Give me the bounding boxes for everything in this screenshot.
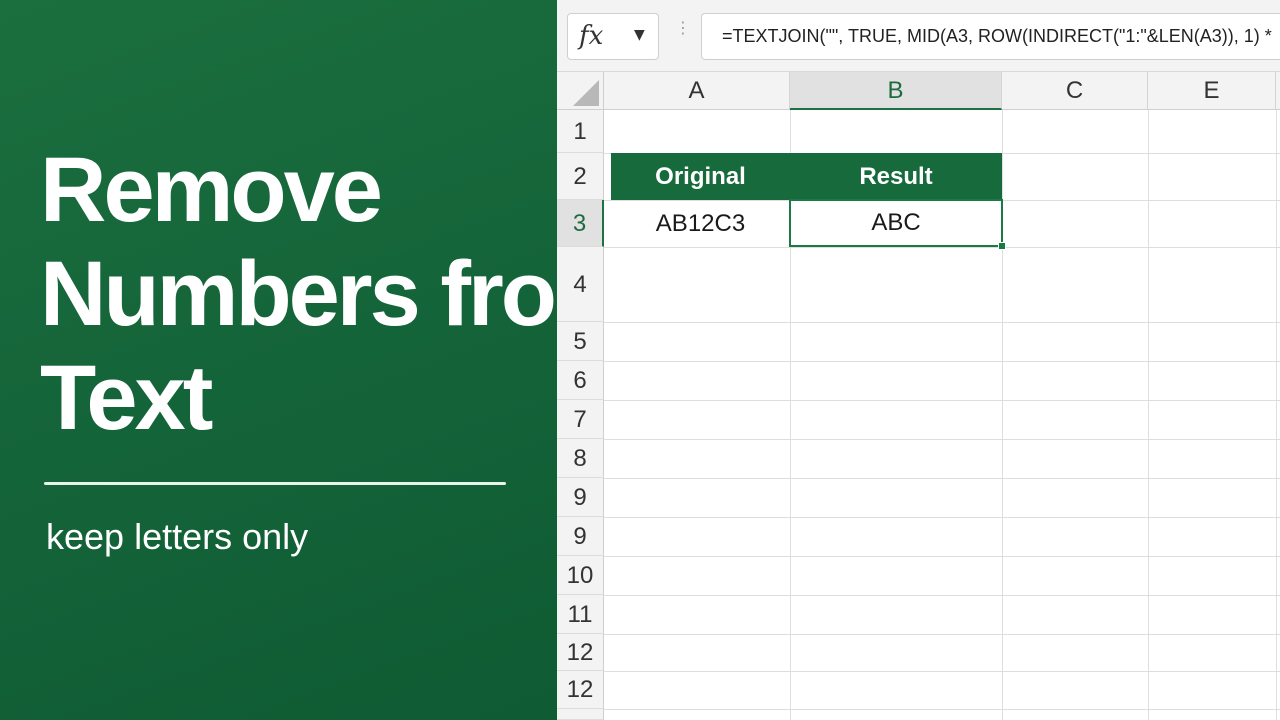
fill-handle[interactable] [998, 242, 1006, 250]
row-header-10[interactable]: 10 [557, 556, 604, 595]
cell-b3-result-selected[interactable]: ABC [789, 199, 1003, 247]
cell-b2-header-result[interactable]: Result [790, 153, 1002, 200]
promo-title-line-2: Numbers from [40, 243, 636, 345]
row-header-1[interactable]: 1 [557, 110, 604, 153]
promo-title-line-1: Remove [40, 139, 383, 241]
row-header-9b[interactable]: 9 [557, 517, 604, 556]
column-header-a[interactable]: A [604, 72, 790, 110]
gridline [604, 556, 1280, 557]
promo-panel: Remove Numbers from Text keep letters on… [0, 0, 636, 720]
gridline [604, 361, 1280, 362]
gridline [1276, 110, 1277, 720]
column-header-e[interactable]: E [1148, 72, 1276, 110]
column-headers: A B C E [557, 72, 1280, 110]
gridline [604, 671, 1280, 672]
gridline [604, 709, 1280, 710]
cell-grid: A B C E 1 2 3 4 5 6 7 8 9 9 10 11 12 12 [557, 72, 1280, 720]
row-header-7[interactable]: 7 [557, 400, 604, 439]
row-header-12b[interactable]: 12 [557, 671, 604, 709]
select-all-button[interactable] [557, 72, 604, 110]
gridline [604, 517, 1280, 518]
row-header-6[interactable]: 6 [557, 361, 604, 400]
row-header-12[interactable]: 12 [557, 634, 604, 671]
spreadsheet: fx ▼ ⋮ =TEXTJOIN("", TRUE, MID(A3, ROW(I… [557, 0, 1280, 720]
row-header-4[interactable]: 4 [557, 247, 604, 322]
promo-title-line-3: Text [40, 347, 213, 449]
insert-function-button[interactable]: fx ▼ [567, 13, 659, 60]
formula-input[interactable]: =TEXTJOIN("", TRUE, MID(A3, ROW(INDIRECT… [701, 13, 1280, 60]
gridline [604, 247, 1280, 248]
row-header-2[interactable]: 2 [557, 153, 604, 200]
column-header-b[interactable]: B [790, 72, 1002, 110]
gridline [604, 595, 1280, 596]
select-all-icon [573, 80, 599, 106]
gridline [604, 634, 1280, 635]
function-icon: fx [579, 21, 604, 51]
cell-a3-original[interactable]: AB12C3 [611, 200, 790, 247]
row-header-partial[interactable] [557, 709, 604, 720]
row-header-5[interactable]: 5 [557, 322, 604, 361]
formula-bar-grip-icon[interactable]: ⋮ [675, 20, 691, 36]
gridline [604, 322, 1280, 323]
promo-subtitle: keep letters only [46, 516, 309, 557]
formula-bar: fx ▼ ⋮ =TEXTJOIN("", TRUE, MID(A3, ROW(I… [557, 0, 1280, 72]
gridline [604, 400, 1280, 401]
gridline [604, 478, 1280, 479]
gridline [1148, 110, 1149, 720]
cell-a2-header-original[interactable]: Original [611, 153, 790, 200]
row-header-3[interactable]: 3 [557, 200, 604, 247]
row-header-8[interactable]: 8 [557, 439, 604, 478]
promo-title: Remove Numbers from Text [40, 138, 636, 450]
chevron-down-icon[interactable]: ▼ [634, 27, 645, 43]
promo-divider [44, 482, 506, 485]
row-header-9[interactable]: 9 [557, 478, 604, 517]
gridline [604, 439, 1280, 440]
row-header-11[interactable]: 11 [557, 595, 604, 634]
column-header-c[interactable]: C [1002, 72, 1148, 110]
